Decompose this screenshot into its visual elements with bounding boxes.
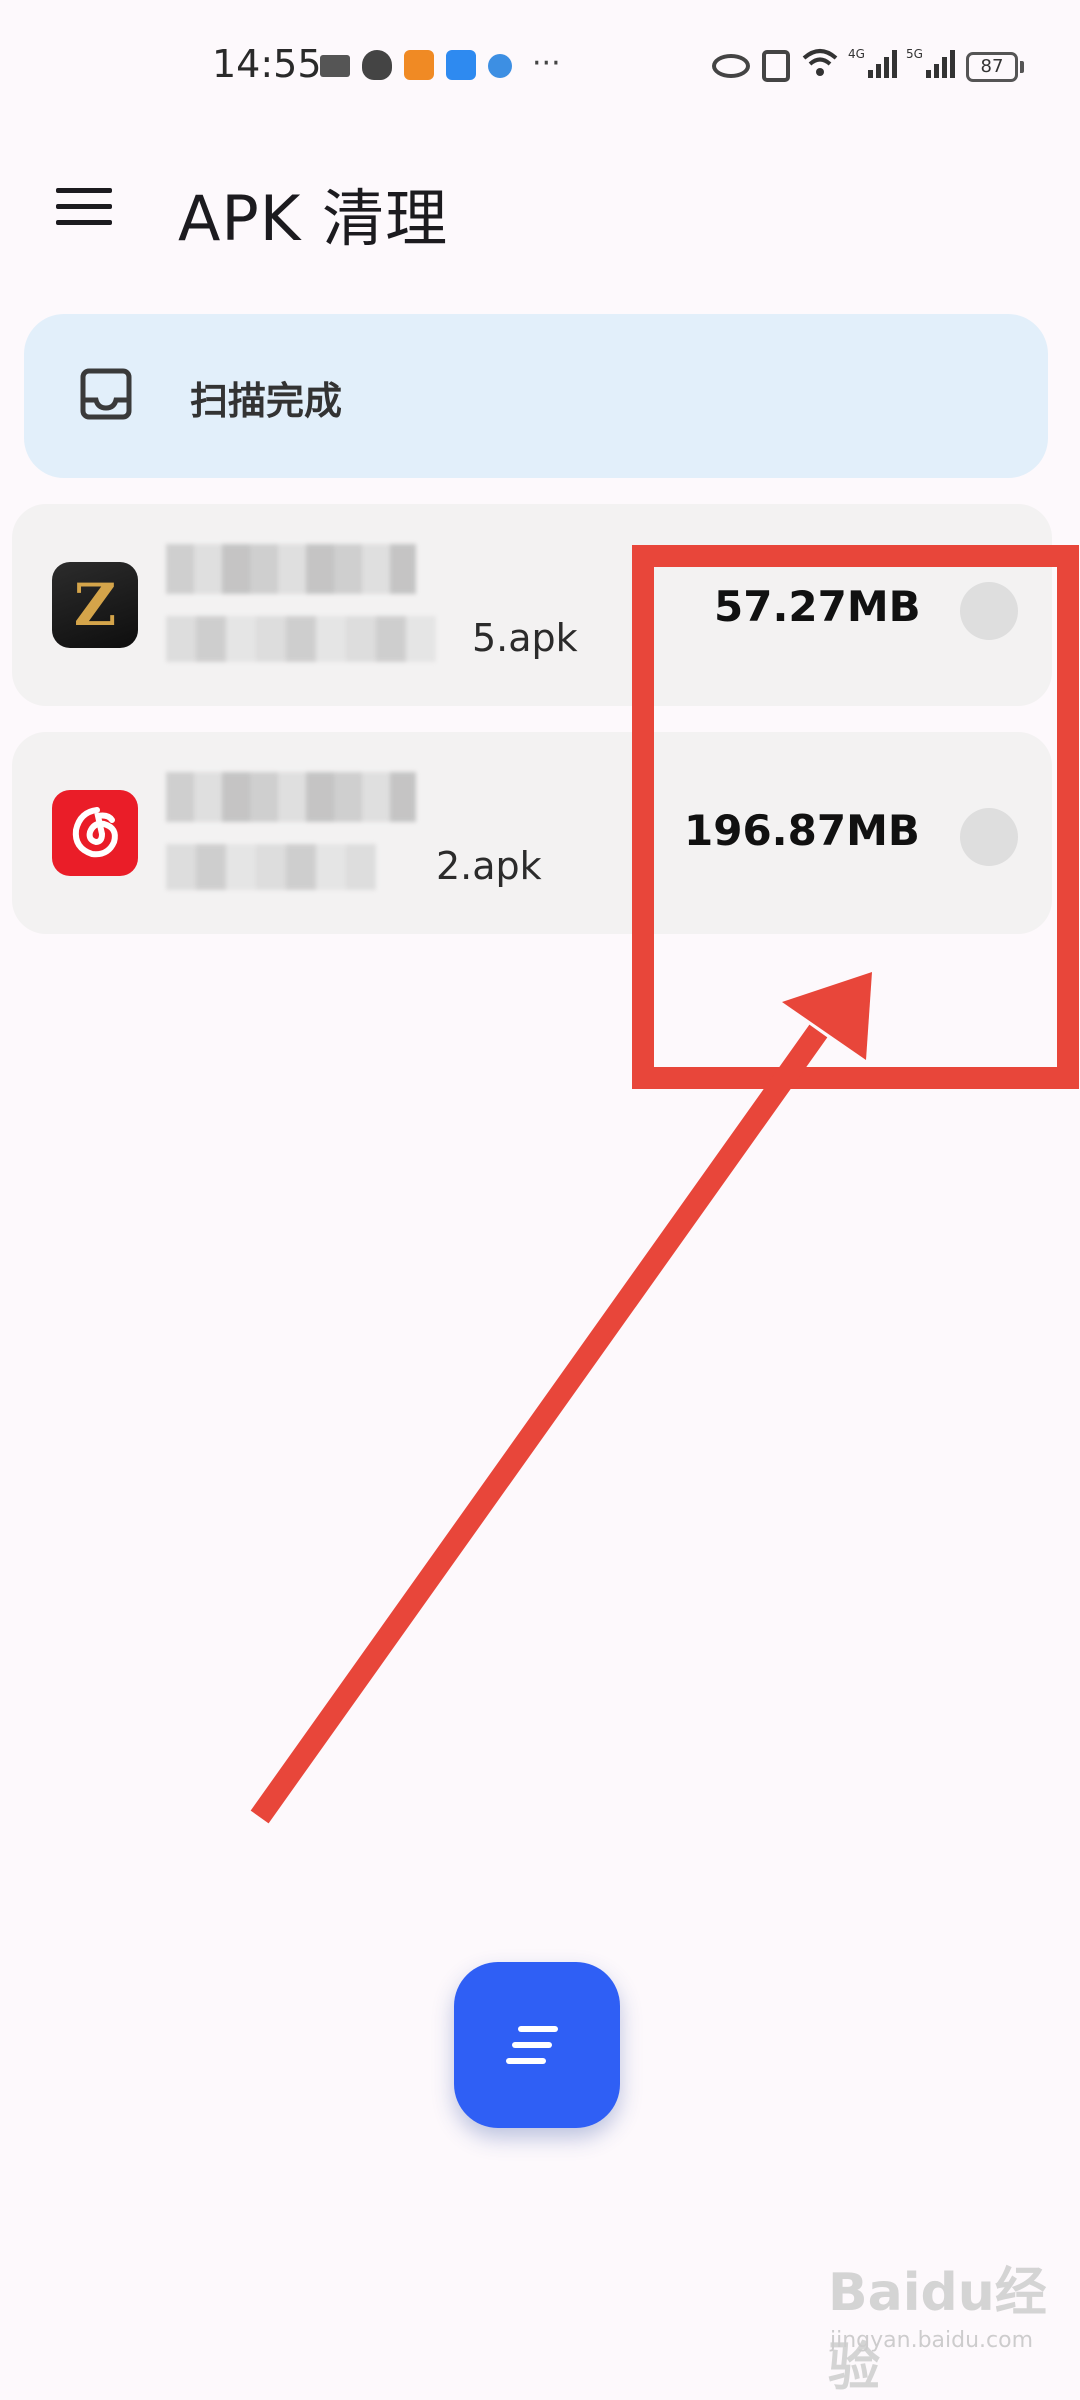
- signal-4g-icon: 4G: [848, 46, 900, 86]
- video-app-notification-icon: [404, 50, 434, 80]
- app-name-redacted: [166, 772, 416, 822]
- menu-icon[interactable]: [52, 182, 116, 232]
- file-name-redacted: [166, 844, 376, 890]
- network-label-5g: 5G: [906, 47, 923, 61]
- baidu-watermark: Baidu经验 jingyan.baidu.com: [820, 2250, 1060, 2398]
- qq-notification-icon: [362, 50, 392, 80]
- scan-status-card: 扫描完成: [24, 314, 1048, 478]
- wifi-icon: [802, 46, 838, 86]
- cloud-notification-icon: [446, 50, 476, 80]
- eye-comfort-icon: [712, 54, 750, 78]
- file-name-suffix: 5.apk: [472, 616, 578, 660]
- sort-filter-fab[interactable]: [454, 1962, 620, 2128]
- list-item[interactable]: Z 5.apk 57.27MB: [12, 504, 1052, 706]
- app-icon: Z: [52, 562, 138, 648]
- watermark-main: Baidu经验: [828, 2263, 1047, 2398]
- annotation-arrow-head: [782, 972, 872, 1060]
- file-name-suffix: 2.apk: [436, 844, 542, 888]
- nfc-icon: [762, 50, 790, 82]
- inbox-icon: [80, 368, 132, 420]
- page-title: APK 清理: [178, 182, 449, 255]
- select-radio[interactable]: [960, 582, 1018, 640]
- signal-5g-icon: 5G: [906, 46, 958, 86]
- mail-notification-icon: [320, 55, 350, 77]
- status-time: 14:55: [212, 42, 322, 86]
- status-bar: 14:55 ··· 4G 5G 87: [0, 0, 1080, 140]
- file-size: 57.27MB: [714, 582, 921, 631]
- list-item[interactable]: 2.apk 196.87MB: [12, 732, 1052, 934]
- music-app-icon: [72, 807, 118, 858]
- battery-tip: [1020, 61, 1024, 73]
- file-size: 196.87MB: [684, 806, 920, 855]
- file-name-redacted: [166, 616, 436, 662]
- battery-icon: 87: [966, 52, 1018, 82]
- z-logo-icon: Z: [73, 571, 117, 639]
- select-radio[interactable]: [960, 808, 1018, 866]
- annotation-arrow-shaft: [250, 1024, 828, 1824]
- network-label-4g: 4G: [848, 47, 865, 61]
- scan-status-label: 扫描完成: [190, 379, 343, 423]
- watermark-sub: jingyan.baidu.com: [830, 2328, 1034, 2353]
- more-notifications-icon: ···: [532, 46, 561, 81]
- app-icon: [52, 790, 138, 876]
- browser-notification-icon: [488, 54, 512, 78]
- app-name-redacted: [166, 544, 416, 594]
